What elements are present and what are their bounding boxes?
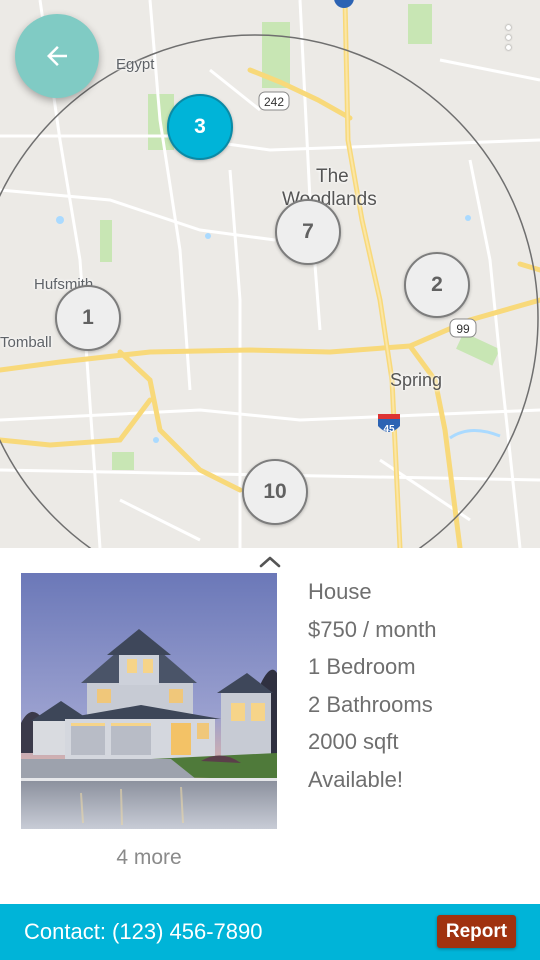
listing-area: 2000 sqft — [308, 729, 399, 754]
map-view[interactable]: 242 99 45 Egypt The Woodlands Hufsmith T… — [0, 0, 540, 548]
cluster-marker-1[interactable]: 1 — [55, 285, 121, 351]
map-label-egypt: Egypt — [116, 56, 155, 73]
cluster-marker-10[interactable]: 10 — [242, 459, 308, 525]
svg-text:242: 242 — [264, 95, 284, 109]
listing-sheet: 4 more House $750 / month 1 Bedroom 2 Ba… — [0, 548, 540, 904]
house-photo — [21, 573, 277, 829]
svg-text:99: 99 — [456, 322, 470, 336]
contact-phone[interactable]: Contact: (123) 456-7890 — [24, 919, 263, 945]
more-vert-icon — [505, 24, 511, 30]
listing-details: House $750 / month 1 Bedroom 2 Bathrooms… — [308, 573, 436, 798]
listing-photo[interactable] — [21, 573, 277, 829]
more-photos-link[interactable]: 4 more — [21, 846, 277, 870]
cluster-marker-2[interactable]: 2 — [404, 252, 470, 318]
listing-bathrooms: 2 Bathrooms — [308, 691, 433, 717]
cluster-marker-3[interactable]: 3 — [167, 94, 233, 160]
more-options-button[interactable] — [496, 22, 520, 52]
contact-bar: Contact: (123) 456-7890 Report — [0, 904, 540, 960]
listing-type: House — [308, 579, 372, 604]
listing-bedrooms: 1 Bedroom — [308, 654, 416, 679]
svg-text:45: 45 — [383, 424, 395, 435]
cluster-marker-7[interactable]: 7 — [275, 199, 341, 265]
chevron-up-icon[interactable] — [258, 554, 282, 568]
map-label-spring: Spring — [390, 370, 443, 390]
back-button[interactable] — [15, 14, 99, 98]
arrow-back-icon — [47, 46, 67, 66]
listing-status: Available! — [308, 766, 403, 792]
listing-price: $750 / month — [308, 616, 437, 642]
map-label-tomball: Tomball — [0, 334, 52, 351]
map-label-the: The — [316, 166, 349, 187]
report-button[interactable]: Report — [437, 915, 516, 948]
